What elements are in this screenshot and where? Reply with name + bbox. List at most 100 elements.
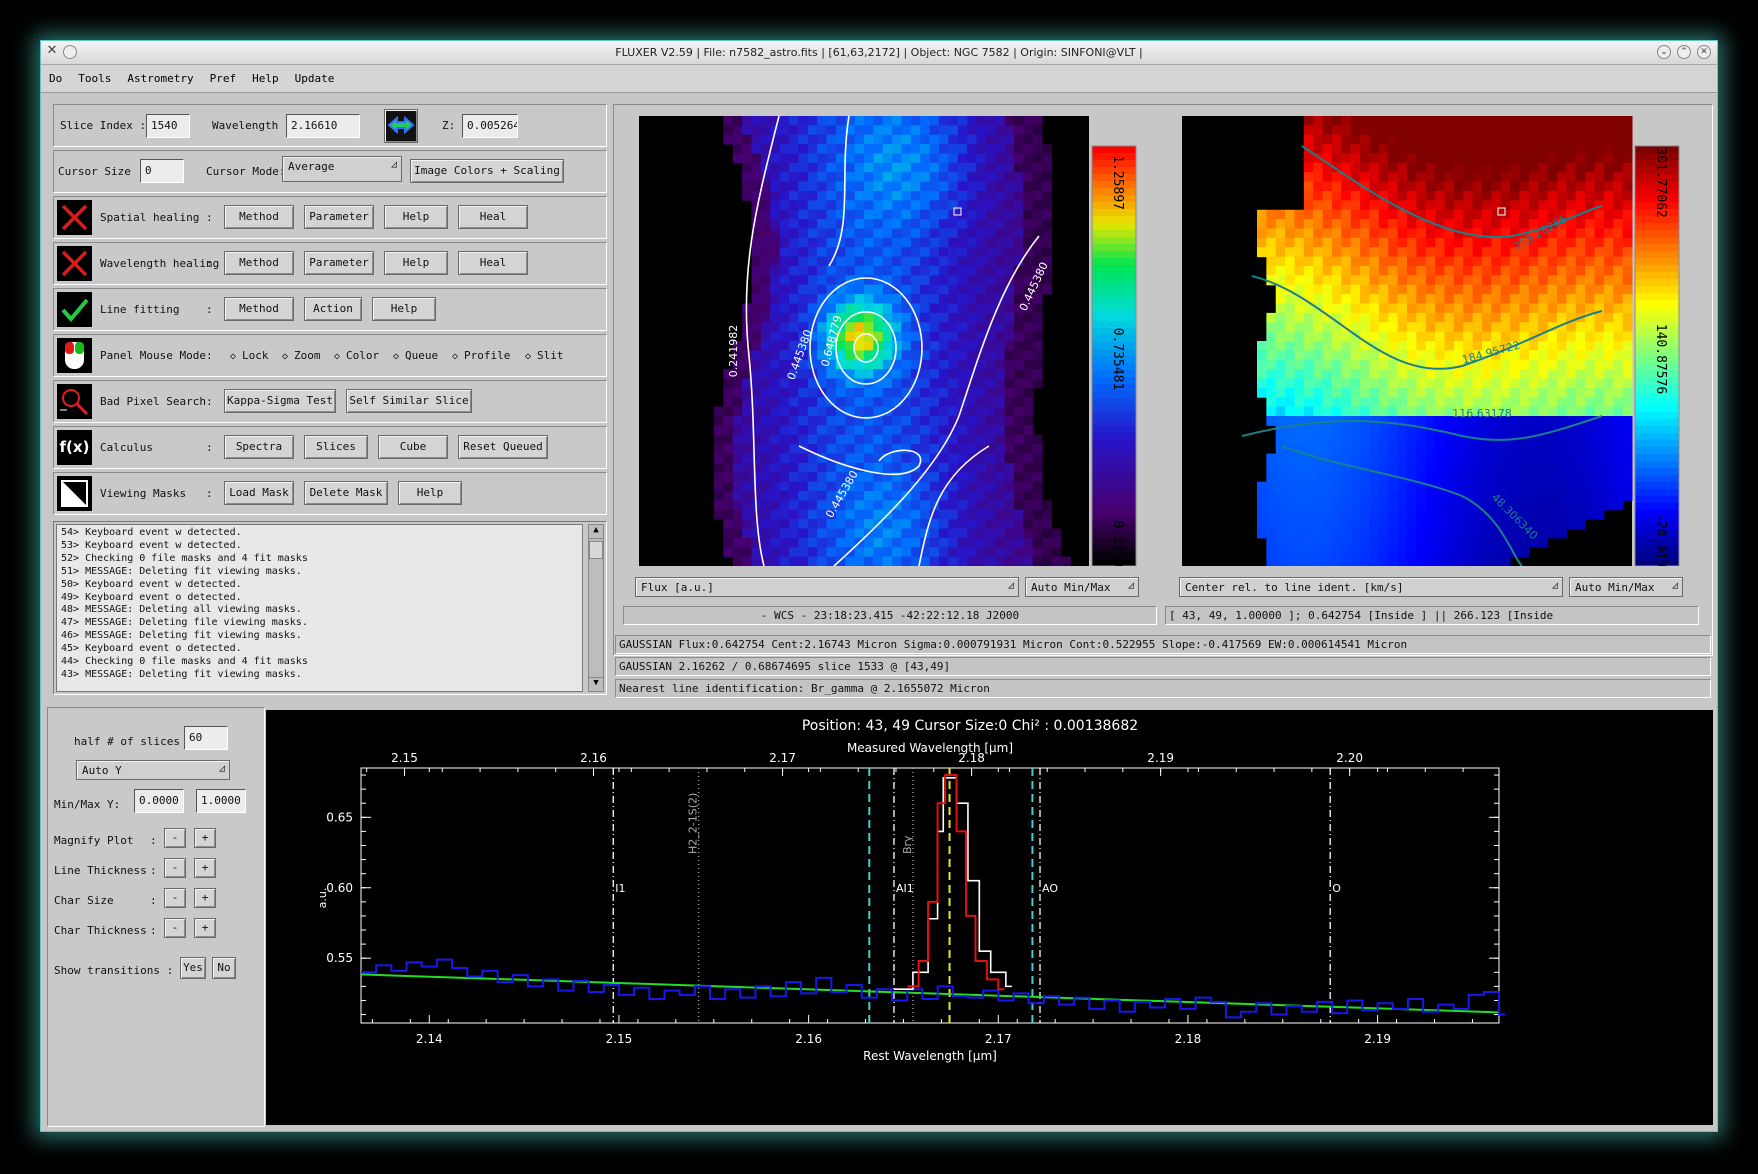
velocity-pixel (1491, 509, 1502, 520)
maximize-button[interactable]: ⌃ (1677, 45, 1691, 59)
self-similar-slice-button[interactable]: Self Similar Slice (346, 389, 472, 413)
help-button[interactable]: Help (384, 205, 448, 229)
message-log[interactable]: 54> Keyboard event w detected. 53> Keyboa… (53, 521, 607, 695)
radio-slit[interactable]: ◇ Slit (525, 349, 564, 362)
velocity-pixel (1435, 350, 1445, 361)
colorbar-segment (1092, 398, 1136, 406)
flux-pixel (742, 509, 752, 520)
flux-map-panel[interactable]: 0.241982 0.445380 0.6487790.4453800.445380… (639, 116, 1139, 566)
increase-button[interactable]: + (194, 858, 216, 878)
scroll-up-icon[interactable]: ▲ (589, 525, 603, 539)
close-button[interactable]: ✕ (1697, 45, 1711, 59)
right-scale-dropdown[interactable]: Auto Min/Max ◿ (1569, 577, 1683, 597)
minimize-button[interactable]: ⌄ (1657, 45, 1671, 59)
flux-pixel (901, 200, 912, 211)
velocity-pixel (1294, 425, 1305, 436)
menu-astrometry[interactable]: Astrometry (119, 65, 201, 85)
load-mask-button[interactable]: Load Mask (224, 481, 294, 505)
flux-pixel (920, 294, 931, 304)
flux-pixel (826, 200, 837, 211)
slices-button[interactable]: Slices (304, 435, 368, 459)
velocity-pixel (1275, 509, 1286, 520)
left-quantity-dropdown[interactable]: Flux [a.u.] ◿ (635, 577, 1019, 597)
spectra-button[interactable]: Spectra (224, 435, 294, 459)
velocity-pixel (1463, 181, 1474, 192)
image-colors-button[interactable]: Image Colors + Scaling (410, 159, 564, 183)
parameter-button[interactable]: Parameter (304, 205, 374, 229)
menu-do[interactable]: Do (41, 65, 70, 85)
swap-arrows-icon[interactable] (384, 109, 418, 143)
radio-zoom[interactable]: ◇ Zoom (282, 349, 321, 362)
method-button[interactable]: Method (224, 297, 294, 321)
velocity-pixel (1622, 209, 1633, 220)
increase-button[interactable]: + (194, 828, 216, 848)
left-scale-dropdown[interactable]: Auto Min/Max ◿ (1025, 577, 1139, 597)
wavelength-input[interactable]: 2.16610 (286, 114, 360, 138)
kappa-sigma-test-button[interactable]: Kappa-Sigma Test (224, 389, 336, 413)
decrease-button[interactable]: - (164, 828, 186, 848)
velocity-pixel (1575, 116, 1586, 126)
flux-pixel (1004, 500, 1015, 511)
velocity-pixel (1416, 350, 1427, 361)
cursor-size-input[interactable]: 0 (140, 159, 184, 183)
velocity-pixel (1538, 153, 1549, 164)
spectrum-plot[interactable]: Position: 43, 49 Cursor Size:0 Chi² : 0.… (266, 710, 1713, 1125)
max-y-input[interactable]: 1.0000 (196, 789, 246, 813)
radio-lock[interactable]: ◇ Lock (230, 349, 269, 362)
flux-pixel (957, 303, 968, 314)
help-button[interactable]: Help (398, 481, 462, 505)
velocity-map-panel[interactable]: 253.28266184.95722116.6317848.306340301.… (1182, 116, 1682, 566)
reset-queued-button[interactable]: Reset Queued (458, 435, 548, 459)
cube-button[interactable]: Cube (378, 435, 448, 459)
radio-color[interactable]: ◇ Color (334, 349, 379, 362)
menu-help[interactable]: Help (244, 65, 287, 85)
velocity-pixel (1566, 359, 1577, 370)
action-button[interactable]: Action (304, 297, 362, 321)
velocity-pixel (1613, 266, 1624, 276)
scroll-thumb[interactable] (589, 541, 603, 559)
velocity-pixel (1528, 191, 1539, 201)
slice-index-input[interactable]: 1540 (146, 114, 190, 138)
heal-button[interactable]: Heal (458, 251, 528, 275)
decrease-button[interactable]: - (164, 888, 186, 908)
velocity-pixel (1538, 416, 1549, 426)
redshift-input[interactable]: 0.005264 (462, 114, 518, 138)
help-button[interactable]: Help (384, 251, 448, 275)
method-button[interactable]: Method (224, 205, 294, 229)
cursor-mode-dropdown[interactable]: Average ◿ (282, 156, 402, 182)
decrease-button[interactable]: - (164, 918, 186, 938)
auto-y-dropdown[interactable]: Auto Y ◿ (76, 760, 230, 780)
velocity-pixel (1350, 312, 1361, 323)
menu-pref[interactable]: Pref (202, 65, 245, 85)
increase-button[interactable]: + (194, 888, 216, 908)
velocity-pixel (1313, 556, 1324, 566)
flux-pixel (976, 247, 987, 258)
half-slices-input[interactable]: 60 (184, 726, 228, 750)
heal-button[interactable]: Heal (458, 205, 528, 229)
help-button[interactable]: Help (372, 297, 436, 321)
increase-button[interactable]: + (194, 918, 216, 938)
velocity-pixel (1257, 519, 1267, 529)
right-quantity-dropdown[interactable]: Center rel. to line ident. [km/s] ◿ (1179, 577, 1563, 597)
flux-pixel (929, 416, 940, 426)
decrease-button[interactable]: - (164, 858, 186, 878)
colorbar-segment (1092, 503, 1136, 511)
flux-pixel (798, 472, 809, 483)
parameter-button[interactable]: Parameter (304, 251, 374, 275)
velocity-pixel (1482, 519, 1492, 529)
flux-pixel (976, 312, 987, 323)
menu-update[interactable]: Update (287, 65, 343, 85)
show-transitions-no-button[interactable]: No (212, 957, 236, 979)
delete-mask-button[interactable]: Delete Mask (304, 481, 388, 505)
log-scrollbar[interactable]: ▲ ▼ (588, 524, 604, 692)
min-y-input[interactable]: 0.0000 (134, 789, 184, 813)
radio-queue[interactable]: ◇ Queue (393, 349, 438, 362)
scroll-down-icon[interactable]: ▼ (589, 677, 603, 691)
velocity-pixel (1266, 528, 1277, 539)
flux-pixel (760, 172, 771, 183)
radio-profile[interactable]: ◇ Profile (452, 349, 510, 362)
menu-tools[interactable]: Tools (70, 65, 119, 85)
flux-pixel (1032, 472, 1043, 483)
method-button[interactable]: Method (224, 251, 294, 275)
show-transitions-yes-button[interactable]: Yes (180, 957, 206, 979)
